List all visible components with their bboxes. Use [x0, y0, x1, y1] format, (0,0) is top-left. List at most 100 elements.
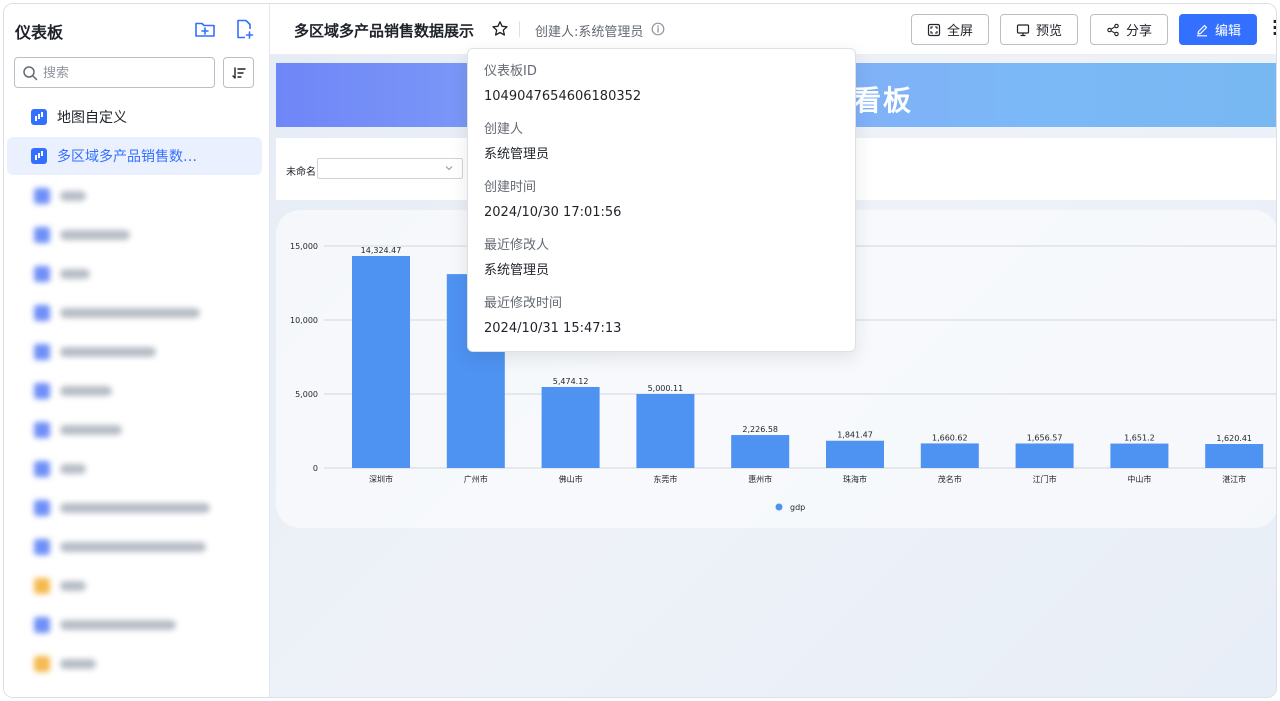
sidebar-title: 仪表板 — [15, 23, 64, 42]
blurred-tree-item[interactable] — [34, 344, 156, 360]
search-icon — [23, 66, 38, 81]
preview-label: 预览 — [1035, 24, 1062, 39]
divider — [519, 21, 520, 37]
bar — [920, 443, 979, 468]
chart-icon — [34, 188, 50, 204]
edit-button[interactable]: 编辑 — [1179, 14, 1257, 45]
chart-icon — [31, 148, 47, 164]
search-box[interactable] — [14, 57, 215, 88]
monitor-icon — [1016, 23, 1030, 36]
preview-button[interactable]: 预览 — [1000, 14, 1078, 45]
tree-item-sales-dashboard[interactable]: 多区域多产品销售数据... — [7, 137, 262, 175]
popover-value: 1049047654606180352 — [484, 89, 642, 104]
fullscreen-icon — [927, 23, 941, 36]
x-tick-label: 中山市 — [1127, 474, 1151, 484]
chart-icon — [34, 305, 50, 321]
bar-value-label: 14,324.47 — [361, 246, 402, 255]
x-tick-label: 深圳市 — [369, 474, 393, 484]
bar — [541, 386, 600, 468]
search-input[interactable] — [43, 63, 203, 83]
popover-value: 2024/10/30 17:01:56 — [484, 205, 622, 220]
page-title: 多区域多产品销售数据展示 — [294, 22, 475, 40]
tree-item-label: 多区域多产品销售数据... — [57, 149, 207, 165]
new-dashboard-button[interactable] — [233, 18, 255, 40]
bar — [1015, 443, 1074, 468]
file-add-icon — [237, 19, 254, 39]
blurred-tree-item[interactable] — [34, 305, 200, 321]
popover-label: 最近修改时间 — [484, 296, 563, 311]
star-icon[interactable] — [491, 20, 509, 38]
blurred-tree-item[interactable] — [34, 500, 210, 516]
chart-icon — [34, 461, 50, 477]
fullscreen-label: 全屏 — [946, 24, 973, 39]
x-tick-label: 东莞市 — [653, 474, 677, 484]
bar — [1110, 443, 1169, 468]
x-tick-label: 佛山市 — [559, 474, 583, 484]
x-tick-label: 茂名市 — [938, 474, 962, 484]
more-icon[interactable]: ··· — [1272, 14, 1276, 42]
blurred-tree-item[interactable] — [34, 539, 206, 555]
bar-value-label: 2,226.58 — [742, 425, 778, 434]
share-label: 分享 — [1125, 24, 1152, 39]
sidebar: 仪表板 搜索 地图自定义 多区域多产品销售数据... — [4, 4, 270, 697]
y-tick-label: 5,000 — [295, 390, 318, 399]
popover-label: 最近修改人 — [484, 238, 550, 253]
share-button[interactable]: 分享 — [1090, 14, 1168, 45]
blurred-tree-item[interactable] — [34, 383, 112, 399]
legend-marker — [775, 503, 783, 511]
blurred-tree-item[interactable] — [34, 188, 86, 204]
blurred-tree-item[interactable] — [34, 617, 176, 633]
bar-value-label: 1,841.47 — [837, 431, 873, 440]
share-icon — [1107, 23, 1119, 36]
blurred-tree-item[interactable] — [34, 461, 86, 477]
bar-value-label: 1,656.57 — [1027, 433, 1063, 442]
bar-value-label: 1,651.2 — [1124, 434, 1155, 443]
banner-title: 看板 — [853, 84, 914, 117]
new-folder-button[interactable] — [194, 18, 216, 40]
tree-item-label: 地图自定义 — [57, 110, 127, 126]
x-tick-label: 江门市 — [1033, 474, 1057, 484]
bar — [1205, 444, 1264, 468]
sort-icon — [231, 66, 246, 79]
popover-field-created-time: 创建时间 2024/10/30 17:01:56 — [484, 179, 621, 222]
chart-icon — [34, 266, 50, 282]
bar-value-label: 5,474.12 — [553, 377, 589, 386]
blurred-tree-item[interactable] — [34, 422, 122, 438]
y-tick-label: 10,000 — [290, 316, 318, 325]
chart-icon — [34, 617, 50, 633]
chart-icon — [34, 227, 50, 243]
x-tick-label: 广州市 — [464, 474, 488, 484]
popover-label: 创建时间 — [484, 180, 537, 195]
filter-label: 未命名 — [286, 167, 316, 178]
folder-icon — [34, 656, 50, 672]
popover-field-id: 仪表板ID 1049047654606180352 — [484, 63, 641, 106]
popover-field-modified-time: 最近修改时间 2024/10/31 15:47:13 — [484, 295, 621, 338]
dashboard-info-popover: 仪表板ID 1049047654606180352 创建人 系统管理员 创建时间… — [467, 48, 856, 352]
blurred-tree-item[interactable] — [34, 266, 90, 282]
bar — [636, 393, 695, 468]
popover-value: 2024/10/31 15:47:13 — [484, 321, 622, 336]
popover-field-creator: 创建人 系统管理员 — [484, 121, 549, 164]
popover-value: 系统管理员 — [484, 147, 550, 162]
blurred-tree-folder[interactable] — [34, 656, 96, 672]
edit-icon — [1196, 24, 1208, 36]
tree-item-map-custom[interactable]: 地图自定义 — [7, 98, 262, 136]
folder-add-icon — [195, 22, 215, 37]
info-icon[interactable] — [651, 22, 665, 36]
blurred-tree-folder[interactable] — [34, 578, 86, 594]
chart-icon — [34, 344, 50, 360]
sort-button[interactable] — [223, 57, 254, 88]
app-window: 仪表板 搜索 地图自定义 多区域多产品销售数据... 多区域多产品销售数据展示 … — [3, 3, 1277, 698]
popover-field-modifier: 最近修改人 系统管理员 — [484, 237, 549, 280]
creator-info: 创建人:系统管理员 — [535, 25, 644, 40]
blurred-tree-item[interactable] — [34, 227, 130, 243]
filter-select[interactable] — [317, 158, 463, 179]
bar-value-label: 1,660.62 — [932, 433, 968, 442]
y-tick-label: 0 — [313, 464, 318, 473]
fullscreen-button[interactable]: 全屏 — [911, 14, 989, 45]
y-tick-label: 15,000 — [290, 242, 318, 251]
chart-icon — [34, 383, 50, 399]
popover-label: 仪表板ID — [484, 64, 537, 79]
popover-label: 创建人 — [484, 122, 524, 137]
chart-icon — [31, 109, 47, 125]
